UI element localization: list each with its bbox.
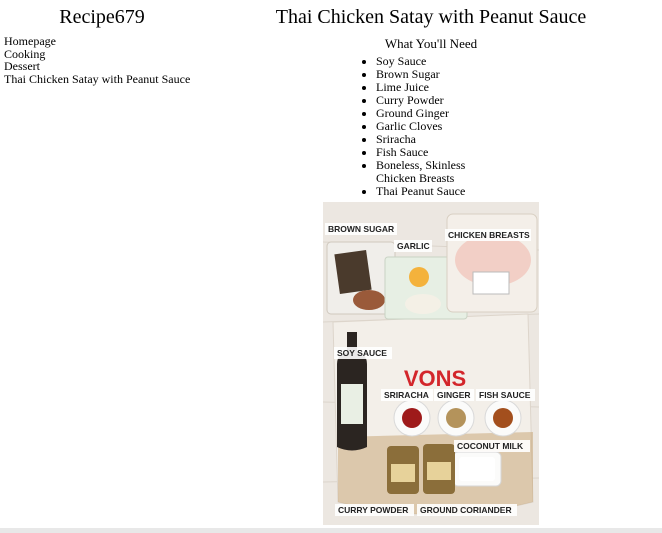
label-curry-powder: CURRY POWDER [338,505,408,515]
label-soy-sauce: SOY SAUCE [337,348,387,358]
site-title: Recipe679 [59,6,145,28]
label-fish-sauce: FISH SAUCE [479,390,531,400]
ingredients-heading: What You'll Need [384,36,478,51]
garlic-logo [409,267,429,287]
label-ground-coriander: GROUND CORIANDER [420,505,512,515]
sriracha [402,408,422,428]
coriander-jar-label [427,462,451,480]
fish-sauce [493,408,513,428]
nav-link-homepage[interactable]: Homepage [4,35,204,48]
label-sriracha: SRIRACHA [384,390,429,400]
ingredients-photo: VONS BROWN SUGAR GARLIC CHICKEN BREASTS … [323,202,539,525]
label-ginger: GINGER [437,390,471,400]
ingredient-list: Soy Sauce Brown Sugar Lime Juice Curry P… [356,55,506,198]
horizontal-scrollbar[interactable] [0,528,662,533]
left-column: Recipe679 Homepage Cooking Dessert Thai … [4,0,204,85]
nav-link-recipe[interactable]: Thai Chicken Satay with Peanut Sauce [4,72,204,86]
ingredient-item: Boneless, Skinless Chicken Breasts [376,159,506,185]
brown-sugar-pile [353,290,385,310]
bag-brand: VONS [404,366,466,391]
curry-jar-label [391,464,415,482]
ground-ginger [446,408,466,428]
ingredients-photo-illustration: VONS BROWN SUGAR GARLIC CHICKEN BREASTS … [323,202,539,525]
label-garlic: GARLIC [397,241,430,251]
chicken-price-label [472,271,510,295]
nav-link-dessert[interactable]: Dessert [4,60,204,73]
breadcrumb-nav: Homepage Cooking Dessert Thai Chicken Sa… [4,35,204,85]
ingredient-item: Thai Peanut Sauce [376,185,506,198]
soy-sauce-label [341,384,363,424]
label-coconut-milk: COCONUT MILK [457,441,524,451]
brown-sugar-label [334,249,372,295]
page-title: Thai Chicken Satay with Peanut Sauce [275,6,587,28]
coconut-milk [459,457,495,481]
garlic-bulb [405,294,441,314]
label-chicken-breasts: CHICKEN BREASTS [448,230,530,240]
label-brown-sugar: BROWN SUGAR [328,224,394,234]
